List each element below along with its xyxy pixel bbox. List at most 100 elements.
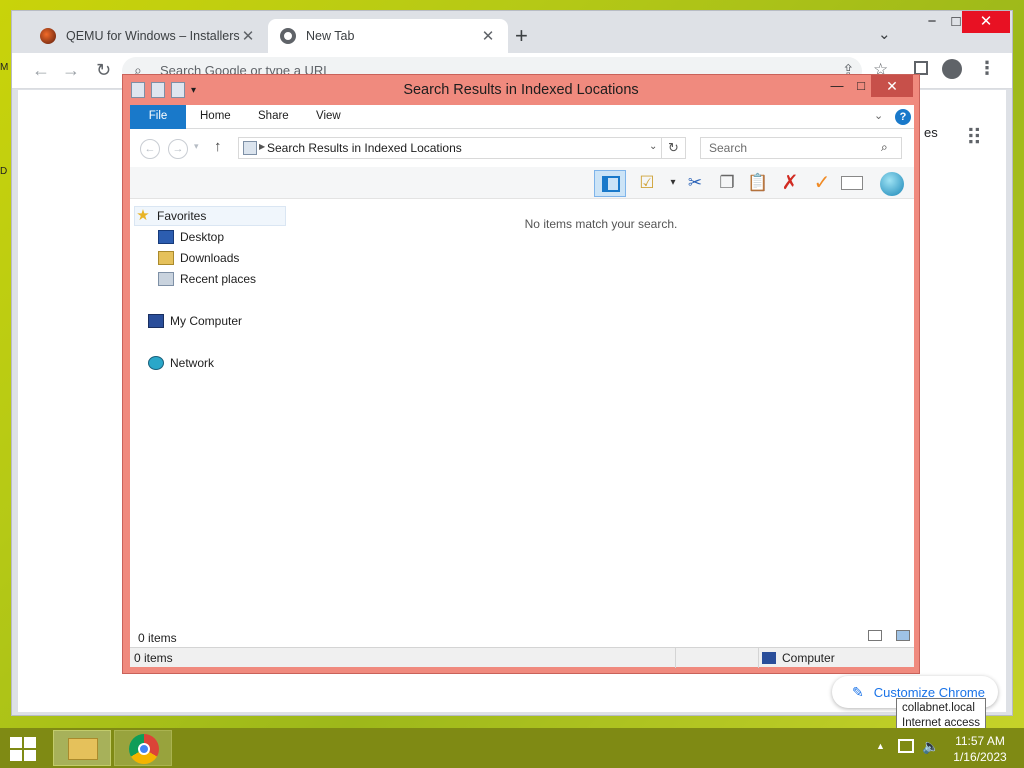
paste-icon[interactable]: 📋 <box>745 171 771 195</box>
reload-icon[interactable]: ↻ <box>96 61 111 79</box>
checkmark-icon[interactable]: ✓ <box>809 171 835 195</box>
folder-icon <box>68 738 98 760</box>
tab-label: QEMU for Windows – Installers (6 <box>66 29 240 43</box>
maximize-icon[interactable]: □ <box>849 78 873 93</box>
layout-icon <box>602 176 620 192</box>
taskbar-file-explorer[interactable] <box>53 730 111 766</box>
select-folder-icon[interactable]: ☑ <box>634 171 660 195</box>
apps-grid-icon[interactable]: ⠿ <box>966 125 982 151</box>
details-view-icon[interactable] <box>868 630 882 641</box>
new-tab-plus-icon[interactable]: + <box>515 25 528 47</box>
chevron-down-icon[interactable]: ⌄ <box>874 109 883 122</box>
address-bar[interactable]: ▶ Search Results in Indexed Locations ⌄ <box>238 137 662 159</box>
network-tooltip: collabnet.local Internet access <box>896 698 986 732</box>
forward-arrow-icon[interactable]: → <box>62 61 80 79</box>
nav-label: Favorites <box>157 209 207 223</box>
pencil-icon: ✎ <box>852 683 864 700</box>
nav-label: Downloads <box>180 251 240 265</box>
recent-places-icon <box>158 272 174 286</box>
cut-icon[interactable]: ✂ <box>682 171 708 195</box>
up-arrow-icon[interactable]: ↑ <box>214 138 222 155</box>
volume-icon[interactable]: 🔈 <box>922 738 939 755</box>
minimize-icon[interactable]: — <box>825 78 849 93</box>
nav-item-favorites[interactable]: ★ Favorites <box>134 206 286 226</box>
back-arrow-icon[interactable]: ← <box>140 139 160 159</box>
address-row: ← → ▾ ↑ ▶ Search Results in Indexed Loca… <box>130 133 914 163</box>
details-bar: 0 items Computer <box>130 647 914 668</box>
preview-pane-button[interactable] <box>594 170 626 197</box>
copy-icon[interactable]: ❐ <box>714 171 740 195</box>
chevron-down-icon[interactable]: ⌄ <box>878 25 891 43</box>
help-icon[interactable]: ? <box>895 109 911 125</box>
downloads-folder-icon <box>158 251 174 265</box>
details-item-count: 0 items <box>134 651 173 665</box>
clock-time[interactable]: 11:57 AM <box>948 734 1012 748</box>
start-button[interactable] <box>6 734 40 764</box>
refresh-icon[interactable]: ↻ <box>662 137 686 159</box>
star-icon: ★ <box>136 207 150 224</box>
chevron-right-icon[interactable]: ▶ <box>259 142 265 151</box>
delete-icon[interactable]: ✗ <box>777 171 803 195</box>
large-icons-view-icon[interactable] <box>896 630 910 641</box>
divider <box>675 648 676 668</box>
window-title: Search Results in Indexed Locations <box>403 82 639 98</box>
tab-file[interactable]: File <box>130 105 186 129</box>
nav-item-my-computer[interactable]: My Computer <box>134 311 286 331</box>
chevron-down-icon[interactable]: ⌄ <box>649 141 657 152</box>
tab-new-tab[interactable]: New Tab ✕ <box>268 19 508 53</box>
explorer-titlebar[interactable]: ▾ Search Results in Indexed Locations — … <box>123 75 919 105</box>
status-bar: 0 items <box>130 625 914 647</box>
nav-label: Network <box>170 356 215 370</box>
computer-icon <box>762 652 776 664</box>
back-arrow-icon[interactable]: ← <box>32 61 50 79</box>
nav-item-desktop[interactable]: Desktop <box>134 227 286 247</box>
kebab-menu-icon[interactable]: ⋮ <box>978 58 996 79</box>
images-link[interactable]: es <box>924 125 938 140</box>
rename-icon[interactable] <box>841 176 863 190</box>
taskbar-chrome[interactable] <box>114 730 172 766</box>
tab-home[interactable]: Home <box>186 105 245 129</box>
taskbar: ▲ 🔈 11:57 AM 1/16/2023 <box>0 728 1024 768</box>
tab-view[interactable]: View <box>302 105 355 129</box>
network-icon <box>148 356 164 370</box>
close-icon[interactable]: ✕ <box>871 75 913 97</box>
desktop-edge-fragment: D <box>0 166 8 177</box>
nav-label: Recent places <box>180 272 257 286</box>
command-toolbar: ☑ ▾ ✂ ❐ 📋 ✗ ✓ <box>130 167 914 199</box>
network-tray-icon[interactable] <box>898 739 914 753</box>
close-icon[interactable]: ✕ <box>240 27 256 45</box>
nav-label: My Computer <box>170 314 243 328</box>
view-switcher <box>868 630 910 641</box>
address-text: Search Results in Indexed Locations <box>267 141 462 155</box>
close-icon[interactable]: ✕ <box>480 27 496 45</box>
search-input[interactable]: Search ⌕ <box>700 137 902 159</box>
ribbon-tabs: File Home Share View ⌄ ? <box>130 105 914 129</box>
navigation-pane: ★ Favorites Desktop Downloads Recent pla… <box>130 205 288 625</box>
nav-item-recent-places[interactable]: Recent places <box>134 269 286 289</box>
search-placeholder: Search <box>709 141 748 155</box>
nav-item-downloads[interactable]: Downloads <box>134 248 286 268</box>
chevron-down-icon[interactable]: ▾ <box>194 141 199 152</box>
tab-share[interactable]: Share <box>244 105 303 129</box>
forward-arrow-icon[interactable]: → <box>168 139 188 159</box>
tab-qemu[interactable]: QEMU for Windows – Installers (6 ✕ <box>28 19 268 53</box>
tooltip-line: collabnet.local <box>902 702 975 714</box>
chrome-tab-strip: QEMU for Windows – Installers (6 ✕ New T… <box>12 11 1012 53</box>
chrome-favicon-icon <box>280 28 296 44</box>
side-panel-icon[interactable] <box>914 61 928 75</box>
explorer-body: File Home Share View ⌄ ? ← → ▾ ↑ ▶ Searc… <box>130 105 914 668</box>
clock-date[interactable]: 1/16/2023 <box>948 750 1012 764</box>
nav-item-network[interactable]: Network <box>134 353 286 373</box>
divider <box>758 648 759 668</box>
empty-results-message: No items match your search. <box>524 217 678 231</box>
globe-icon[interactable] <box>880 172 904 196</box>
search-icon[interactable]: ⌕ <box>881 140 888 155</box>
location-label: Computer <box>782 651 835 665</box>
explorer-window: ▾ Search Results in Indexed Locations — … <box>122 74 920 674</box>
profile-avatar-icon[interactable] <box>942 59 962 79</box>
tab-label: New Tab <box>306 29 355 43</box>
close-icon[interactable]: ✕ <box>962 11 1010 33</box>
show-hidden-icons-icon[interactable]: ▲ <box>876 741 885 751</box>
desktop-icon <box>158 230 174 244</box>
desktop-edge-fragment: M <box>0 62 9 73</box>
